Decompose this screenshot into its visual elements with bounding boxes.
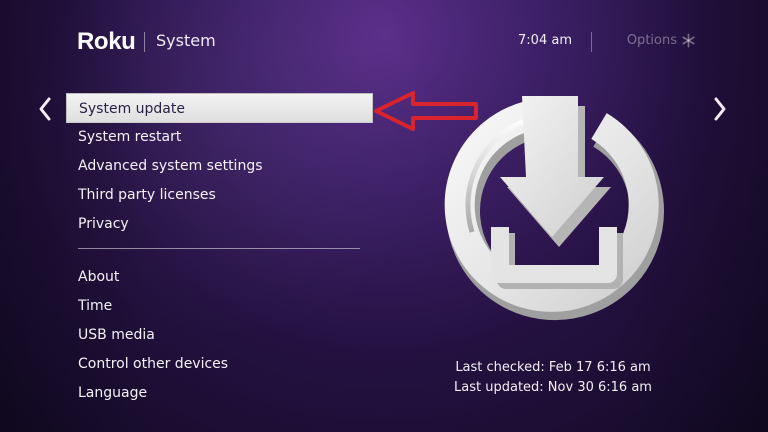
chevron-left-icon	[39, 97, 51, 121]
system-update-download-icon	[444, 96, 664, 321]
roku-logo: Roku	[77, 28, 136, 55]
menu-item-label: Advanced system settings	[78, 158, 263, 174]
last-updated-text: Last updated: Nov 30 6:16 am	[454, 380, 652, 395]
next-button[interactable]	[709, 92, 731, 126]
menu-divider	[78, 248, 360, 249]
top-bar: Roku System 7:04 am Options	[77, 28, 696, 56]
menu-item-label: Privacy	[78, 216, 129, 232]
update-status: Last checked: Feb 17 6:16 am Last update…	[438, 358, 668, 398]
menu-item-label: Control other devices	[78, 356, 229, 372]
menu-item-label: Third party licenses	[78, 187, 216, 203]
menu-item-label: System restart	[78, 129, 182, 145]
menu-item-advanced-system-settings[interactable]: Advanced system settings	[66, 152, 373, 181]
menu-item-label: System update	[79, 101, 185, 117]
previous-button[interactable]	[34, 92, 56, 126]
roku-system-screen: Roku System 7:04 am Options System updat…	[0, 0, 768, 432]
menu-item-privacy[interactable]: Privacy	[66, 210, 373, 239]
options-divider	[591, 32, 592, 52]
menu-item-label: Time	[78, 298, 113, 314]
menu-item-system-update[interactable]: System update	[66, 93, 373, 123]
menu-item-label: Language	[78, 385, 148, 401]
system-menu: System update System restart Advanced sy…	[66, 93, 373, 408]
options-label: Options	[626, 33, 677, 48]
page-title: System	[156, 31, 216, 50]
menu-item-language[interactable]: Language	[66, 379, 373, 408]
menu-item-label: About	[78, 269, 120, 285]
chevron-right-icon	[714, 97, 726, 121]
menu-item-control-other-devices[interactable]: Control other devices	[66, 350, 373, 379]
menu-item-label: USB media	[78, 327, 155, 343]
menu-item-usb-media[interactable]: USB media	[66, 321, 373, 350]
asterisk-icon	[682, 33, 695, 48]
title-divider	[144, 32, 145, 52]
menu-item-about[interactable]: About	[66, 263, 373, 292]
menu-item-time[interactable]: Time	[66, 292, 373, 321]
last-checked-text: Last checked: Feb 17 6:16 am	[455, 360, 651, 375]
clock-time: 7:04 am	[518, 33, 572, 48]
menu-item-system-restart[interactable]: System restart	[66, 123, 373, 152]
menu-item-third-party-licenses[interactable]: Third party licenses	[66, 181, 373, 210]
options-button[interactable]: Options	[627, 33, 696, 48]
